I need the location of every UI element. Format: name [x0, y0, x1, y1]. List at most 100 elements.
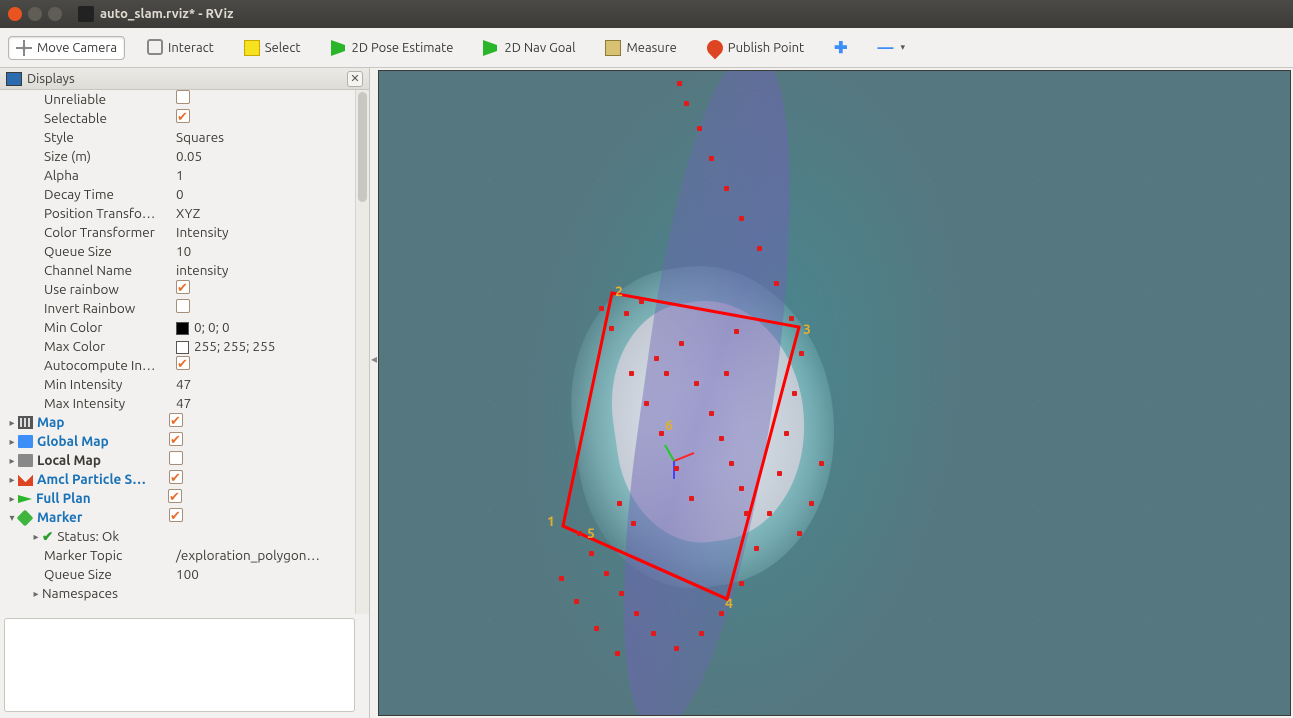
- prop-col-tf[interactable]: Color TransformerIntensity: [0, 223, 369, 242]
- rviz-viewport[interactable]: 1 2 3 4 5 6: [378, 70, 1291, 716]
- measure-button[interactable]: Measure: [597, 36, 684, 60]
- folder-icon: [18, 435, 33, 448]
- mincolor-swatch[interactable]: [176, 322, 189, 335]
- marker-topic[interactable]: Marker Topic/exploration_polygon…: [0, 546, 369, 565]
- panel-close-button[interactable]: ✕: [347, 71, 363, 87]
- expand-arrow[interactable]: ▸: [30, 527, 42, 546]
- display-localmap[interactable]: ▸Local Map: [0, 451, 369, 470]
- prop-decay[interactable]: Decay Time0: [0, 185, 369, 204]
- prop-alpha[interactable]: Alpha1: [0, 166, 369, 185]
- path-icon: [18, 495, 32, 503]
- displays-title: Displays: [27, 72, 75, 86]
- tf-axes: [659, 441, 699, 481]
- move-camera-button[interactable]: Move Camera: [8, 36, 125, 60]
- invert-checkbox[interactable]: [176, 299, 190, 313]
- pin-icon: [703, 36, 726, 59]
- select-icon: [244, 40, 260, 56]
- map-icon: [18, 416, 33, 429]
- remove-tool-button[interactable]: —▾: [870, 38, 914, 57]
- select-button[interactable]: Select: [236, 36, 309, 60]
- folder-icon: [18, 454, 33, 467]
- prop-minint[interactable]: Min Intensity47: [0, 375, 369, 394]
- marker-namespaces[interactable]: ▸Namespaces: [0, 584, 369, 603]
- selectable-checkbox[interactable]: [176, 109, 190, 123]
- display-amcl[interactable]: ▸Amcl Particle S…: [0, 470, 369, 489]
- fullplan-checkbox[interactable]: [168, 489, 182, 503]
- prop-style[interactable]: StyleSquares: [0, 128, 369, 147]
- interact-button[interactable]: Interact: [139, 36, 222, 60]
- globalmap-checkbox[interactable]: [169, 432, 183, 446]
- prop-autocomp[interactable]: Autocompute In…: [0, 356, 369, 375]
- window-title: auto_slam.rviz* - RViz: [100, 7, 233, 21]
- polygon-vertex-3: 3: [803, 321, 811, 337]
- polygon-vertex-5: 5: [587, 525, 595, 541]
- unreliable-checkbox[interactable]: [176, 90, 190, 104]
- caret-icon: ▾: [901, 42, 906, 53]
- interact-icon: [147, 39, 163, 55]
- amcl-checkbox[interactable]: [169, 470, 183, 484]
- expand-arrow[interactable]: ▸: [30, 584, 42, 603]
- main-area: Displays ✕ Unreliable Selectable StyleSq…: [0, 68, 1293, 718]
- displays-header: Displays ✕: [0, 68, 369, 90]
- display-marker[interactable]: ▾Marker: [0, 508, 369, 527]
- check-icon: ✔: [42, 527, 53, 546]
- expand-arrow[interactable]: ▸: [6, 489, 18, 508]
- expand-arrow[interactable]: ▸: [6, 413, 18, 432]
- panel-splitter[interactable]: ◂: [370, 334, 378, 384]
- select-label: Select: [265, 41, 301, 55]
- localmap-checkbox[interactable]: [169, 451, 183, 465]
- prop-mincol[interactable]: Min Color0; 0; 0: [0, 318, 369, 337]
- tree-scrollbar[interactable]: [355, 90, 369, 614]
- exploration-polygon: [379, 71, 1289, 716]
- autocomp-checkbox[interactable]: [176, 356, 190, 370]
- minimize-icon[interactable]: [28, 7, 42, 21]
- polygon-vertex-2: 2: [615, 283, 623, 299]
- move-camera-icon: [16, 40, 32, 56]
- marker-checkbox[interactable]: [169, 508, 183, 522]
- display-globalmap[interactable]: ▸Global Map: [0, 432, 369, 451]
- polygon-vertex-4: 4: [725, 595, 733, 611]
- prop-selectable[interactable]: Selectable: [0, 109, 369, 128]
- polygon-vertex-1: 1: [547, 513, 555, 529]
- particle-icon: [18, 473, 33, 486]
- close-icon[interactable]: [8, 7, 22, 21]
- displays-panel: Displays ✕ Unreliable Selectable StyleSq…: [0, 68, 370, 718]
- prop-queue[interactable]: Queue Size10: [0, 242, 369, 261]
- publish-point-button[interactable]: Publish Point: [699, 36, 812, 60]
- prop-maxint[interactable]: Max Intensity47: [0, 394, 369, 413]
- maxcolor-swatch[interactable]: [176, 341, 189, 354]
- prop-invert[interactable]: Invert Rainbow: [0, 299, 369, 318]
- expand-arrow[interactable]: ▸: [6, 432, 18, 451]
- polygon-centroid-6: 6: [665, 417, 673, 433]
- pose-label: 2D Pose Estimate: [352, 41, 454, 55]
- plus-icon: ✚: [834, 41, 847, 55]
- pose-estimate-button[interactable]: 2D Pose Estimate: [323, 36, 462, 60]
- prop-rainbow[interactable]: Use rainbow: [0, 280, 369, 299]
- prop-pos-tf[interactable]: Position Transfo…XYZ: [0, 204, 369, 223]
- nav-label: 2D Nav Goal: [504, 41, 575, 55]
- description-box: [4, 618, 355, 712]
- display-fullplan[interactable]: ▸Full Plan: [0, 489, 369, 508]
- add-tool-button[interactable]: ✚: [826, 37, 855, 59]
- prop-channel[interactable]: Channel Nameintensity: [0, 261, 369, 280]
- map-checkbox[interactable]: [169, 413, 183, 427]
- marker-icon: [17, 509, 34, 526]
- marker-queue[interactable]: Queue Size100: [0, 565, 369, 584]
- prop-unreliable[interactable]: Unreliable: [0, 90, 369, 109]
- rainbow-checkbox[interactable]: [176, 280, 190, 294]
- app-icon: [78, 6, 94, 22]
- expand-arrow[interactable]: ▸: [6, 470, 18, 489]
- maximize-icon[interactable]: [48, 7, 62, 21]
- nav-arrow-icon: [483, 40, 499, 56]
- window-titlebar: auto_slam.rviz* - RViz: [0, 0, 1293, 28]
- scrollbar-thumb[interactable]: [358, 92, 367, 202]
- move-camera-label: Move Camera: [37, 41, 117, 55]
- expand-arrow[interactable]: ▸: [6, 451, 18, 470]
- marker-status[interactable]: ▸✔Status: Ok: [0, 527, 369, 546]
- ruler-icon: [605, 40, 621, 56]
- prop-size[interactable]: Size (m)0.05: [0, 147, 369, 166]
- property-tree[interactable]: Unreliable Selectable StyleSquares Size …: [0, 90, 369, 614]
- nav-goal-button[interactable]: 2D Nav Goal: [475, 36, 583, 60]
- prop-maxcol[interactable]: Max Color255; 255; 255: [0, 337, 369, 356]
- display-map[interactable]: ▸Map: [0, 413, 369, 432]
